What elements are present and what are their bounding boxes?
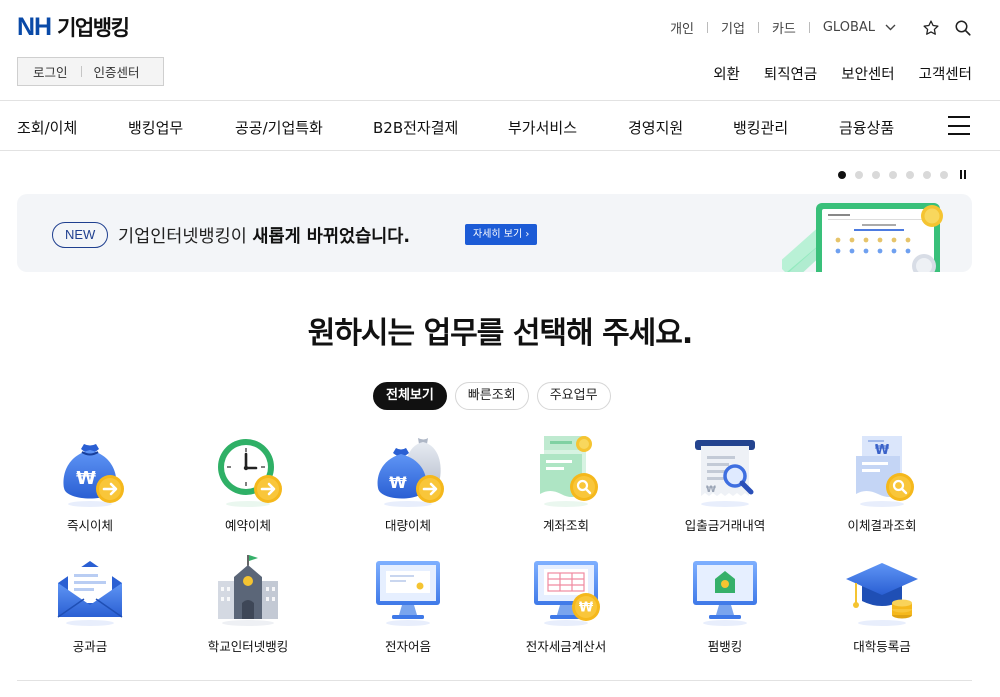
nav-item-inquiry-transfer[interactable]: 조회/이체	[17, 117, 77, 138]
service-label: 이체결과조회	[847, 518, 917, 533]
service-account-inquiry[interactable]: 계좌조회	[506, 432, 626, 534]
logo-name: 기업뱅킹	[57, 16, 130, 40]
banner-more-button[interactable]: 자세히 보기 ›	[465, 224, 538, 245]
service-bulk-transfer[interactable]: ₩ 대량이체	[348, 432, 468, 534]
service-university-tuition[interactable]: 대학등록금	[822, 553, 942, 655]
quick-link-security[interactable]: 보안센터	[841, 63, 894, 84]
svg-text:₩: ₩	[76, 468, 96, 489]
service-e-tax-invoice[interactable]: 전자세금계산서	[506, 553, 626, 655]
service-label: 대량이체	[384, 518, 431, 533]
new-badge: NEW	[52, 222, 109, 248]
carousel-indicators	[829, 170, 966, 179]
service-transfer-result[interactable]: ₩ 이체결과조회	[822, 432, 942, 534]
quick-link-support[interactable]: 고객센터	[919, 63, 972, 84]
section-divider	[17, 680, 972, 681]
service-label: 대학등록금	[853, 639, 911, 654]
carousel-dot[interactable]	[855, 170, 863, 179]
service-instant-transfer[interactable]: ₩ 즉시이체	[30, 432, 150, 534]
carousel-dot[interactable]	[906, 170, 914, 179]
money-bag-arrow-icon: ₩	[63, 444, 126, 507]
nav-item-banking-admin[interactable]: 뱅킹관리	[733, 117, 788, 138]
receipt-magnifier-icon: ₩	[695, 440, 755, 507]
site-logo[interactable]: NH 기업뱅킹	[17, 12, 130, 42]
login-button[interactable]: 로그인	[18, 62, 81, 81]
service-label: 즉시이체	[66, 518, 113, 533]
nav-item-public[interactable]: 공공/기업특화	[235, 117, 323, 138]
carousel-dot[interactable]	[872, 170, 880, 179]
carousel-dot[interactable]	[838, 170, 846, 179]
service-label: 학교인터넷뱅킹	[207, 639, 289, 654]
pause-icon[interactable]	[960, 170, 966, 179]
main-nav: 조회/이체 뱅킹업무 공공/기업특화 B2B전자결제 부가서비스 경영지원 뱅킹…	[0, 100, 1000, 151]
service-transaction-history[interactable]: ₩ 입출금거래내역	[665, 432, 785, 534]
banner-text-prefix: 기업인터넷뱅킹이	[118, 227, 253, 247]
envelope-icon	[57, 561, 123, 626]
clock-arrow-icon	[218, 439, 284, 507]
service-label: 입출금거래내역	[684, 518, 766, 533]
logo-brand: NH	[17, 13, 52, 41]
service-label: 계좌조회	[542, 518, 589, 533]
nav-item-extra[interactable]: 부가서비스	[508, 117, 577, 138]
hamburger-menu-icon[interactable]	[948, 116, 970, 135]
service-school-banking[interactable]: 학교인터넷뱅킹	[188, 553, 308, 655]
service-label: 전자세금계산서	[525, 639, 607, 654]
promo-banner[interactable]: NEW 기업인터넷뱅킹이 새롭게 바뀌었습니다. 자세히 보기 ›	[17, 194, 972, 272]
monitor-bank-icon	[693, 561, 757, 626]
star-icon[interactable]	[922, 19, 940, 37]
service-label: 공과금	[72, 639, 108, 654]
svg-text:₩: ₩	[875, 443, 890, 458]
quick-links: 외환 퇴직연금 보안센터 고객센터	[689, 63, 972, 84]
school-icon	[218, 555, 278, 626]
monitor-bill-icon	[376, 561, 440, 626]
utility-nav: 개인 기업 카드 GLOBAL	[657, 18, 972, 37]
search-icon[interactable]	[954, 19, 972, 37]
tab-main-tasks[interactable]: 주요업무	[536, 382, 611, 410]
service-firm-banking[interactable]: 펌뱅킹	[665, 553, 785, 655]
service-label: 전자어음	[384, 639, 431, 654]
util-card[interactable]: 카드	[759, 18, 809, 37]
graduation-cap-icon	[846, 563, 918, 626]
tab-quick-inquiry[interactable]: 빠른조회	[454, 382, 529, 410]
banner-text: 기업인터넷뱅킹이 새롭게 바뀌었습니다.	[118, 223, 410, 248]
svg-text:₩: ₩	[706, 485, 716, 495]
service-filter-tabs: 전체보기 빠른조회 주요업무	[373, 382, 611, 410]
util-personal[interactable]: 개인	[657, 18, 707, 37]
cert-center-button[interactable]: 인증센터	[82, 62, 153, 81]
quick-link-fx[interactable]: 외환	[713, 63, 740, 84]
svg-text:₩: ₩	[389, 473, 407, 492]
transfer-result-icon: ₩	[856, 436, 916, 507]
service-electronic-bill[interactable]: 전자어음	[348, 553, 468, 655]
login-box: 로그인 인증센터	[17, 57, 164, 86]
service-scheduled-transfer[interactable]: 예약이체	[188, 432, 308, 534]
service-utility-bills[interactable]: 공과금	[30, 553, 150, 655]
nav-item-banking[interactable]: 뱅킹업무	[128, 117, 183, 138]
carousel-dot[interactable]	[889, 170, 897, 179]
banner-text-bold: 새롭게 바뀌었습니다.	[252, 227, 411, 247]
monitor-invoice-icon	[534, 561, 600, 626]
service-label: 예약이체	[224, 518, 271, 533]
nav-item-products[interactable]: 금융상품	[839, 117, 894, 138]
nav-item-management[interactable]: 경영지원	[628, 117, 683, 138]
carousel-dot[interactable]	[940, 170, 948, 179]
tablet-illustration	[782, 203, 943, 272]
chevron-down-icon[interactable]	[885, 24, 896, 31]
tab-all[interactable]: 전체보기	[373, 382, 447, 410]
util-global[interactable]: GLOBAL	[810, 20, 883, 35]
page-title: 원하시는 업무를 선택해 주세요.	[307, 316, 694, 351]
money-bags-arrow-icon: ₩	[377, 438, 446, 507]
document-search-icon	[540, 436, 600, 507]
util-business[interactable]: 기업	[708, 18, 758, 37]
nav-item-b2b[interactable]: B2B전자결제	[373, 117, 458, 138]
service-label: 펌뱅킹	[707, 639, 743, 654]
quick-link-pension[interactable]: 퇴직연금	[764, 63, 817, 84]
carousel-dot[interactable]	[923, 170, 931, 179]
